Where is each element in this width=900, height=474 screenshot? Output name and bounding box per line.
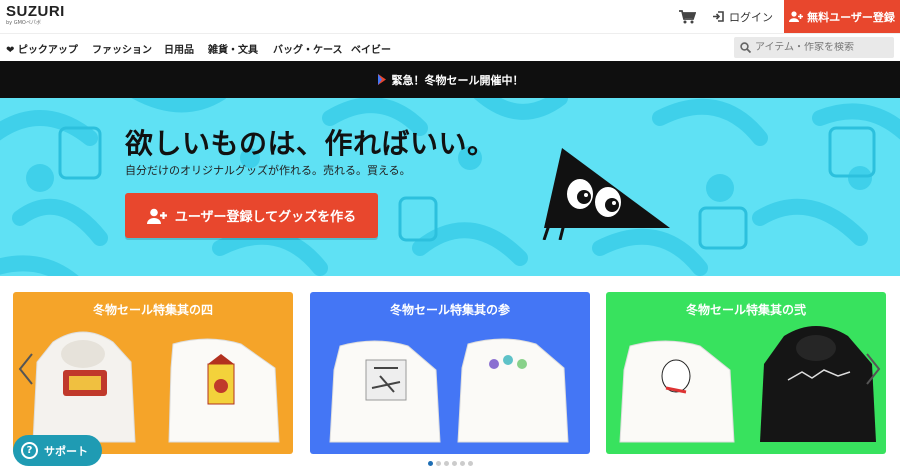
sale-banner[interactable]: 緊急！冬物セール開催中！ xyxy=(0,61,900,98)
search-box[interactable] xyxy=(734,37,894,58)
add-user-icon xyxy=(789,11,804,22)
carousel-card-winter-sale-2[interactable]: 冬物セール特集其の弐 xyxy=(606,292,886,454)
signup-button[interactable]: 無料ユーザー登録 xyxy=(784,0,900,33)
mascot-illustration xyxy=(542,148,670,240)
pagination-dot[interactable] xyxy=(452,461,457,466)
hero-subtitle: 自分だけのオリジナルグッズが作れる。売れる。買える。 xyxy=(125,164,411,177)
heart-icon: ❤ xyxy=(6,45,15,56)
help-icon: ? xyxy=(21,442,38,459)
sale-banner-text: 緊急！冬物セール開催中！ xyxy=(391,73,524,87)
hero-banner: 欲しいものは、作ればいい。 自分だけのオリジナルグッズが作れる。売れる。買える。… xyxy=(0,98,900,276)
signup-label: 無料ユーザー登録 xyxy=(807,10,895,24)
suzuri-mark-icon xyxy=(377,74,386,85)
carousel-next-icon[interactable] xyxy=(864,352,882,386)
hero-title: 欲しいものは、作ればいい。 xyxy=(125,127,496,160)
card-title: 冬物セール特集其の参 xyxy=(389,303,510,317)
nav-item-baby[interactable]: ベイビー xyxy=(351,41,391,56)
nav-item-fashion[interactable]: ファッション xyxy=(92,41,152,56)
carousel-pagination xyxy=(428,461,473,466)
add-user-icon xyxy=(146,208,167,224)
login-label: ログイン xyxy=(729,10,773,24)
login-icon xyxy=(713,11,724,22)
logo-subtext: by GMOペパボ xyxy=(6,20,41,26)
hero-cta-label: ユーザー登録してグッズを作る xyxy=(174,210,357,225)
carousel-card-winter-sale-3[interactable]: 冬物セール特集其の参 xyxy=(310,292,590,454)
category-nav: ❤ ピックアップ ファッション 日用品 雑貨・文具 バッグ・ケース ベイビー xyxy=(0,33,900,61)
pagination-dot[interactable] xyxy=(428,461,433,466)
search-icon xyxy=(740,42,751,53)
carousel-card-winter-sale-4[interactable]: 冬物セール特集其の四 xyxy=(13,292,293,454)
login-link[interactable]: ログイン xyxy=(712,8,773,25)
search-input[interactable] xyxy=(755,42,885,53)
carousel-prev-icon[interactable] xyxy=(17,352,35,386)
pagination-dot[interactable] xyxy=(444,461,449,466)
pagination-dot[interactable] xyxy=(468,461,473,466)
suzuri-logo[interactable]: SUZURI by GMOペパボ xyxy=(6,4,65,27)
nav-item-daily[interactable]: 日用品 xyxy=(164,41,194,56)
hero-signup-button[interactable]: ユーザー登録してグッズを作る xyxy=(125,193,378,238)
nav-item-label: ピックアップ xyxy=(17,45,78,56)
cart-icon[interactable] xyxy=(678,9,696,24)
nav-item-goods[interactable]: 雑貨・文具 xyxy=(208,41,258,56)
logo-text: SUZURI xyxy=(6,3,65,20)
top-bar: SUZURI by GMOペパボ ログイン 無料ユーザー登録 xyxy=(0,0,900,33)
card-title: 冬物セール特集其の弐 xyxy=(685,303,806,317)
pagination-dot[interactable] xyxy=(460,461,465,466)
nav-item-pickup[interactable]: ❤ ピックアップ xyxy=(6,41,78,56)
pagination-dot[interactable] xyxy=(436,461,441,466)
support-button[interactable]: ? サポート xyxy=(13,435,102,466)
support-label: サポート xyxy=(44,444,88,458)
card-title: 冬物セール特集其の四 xyxy=(92,303,213,317)
nav-item-bags[interactable]: バッグ・ケース xyxy=(273,41,343,56)
